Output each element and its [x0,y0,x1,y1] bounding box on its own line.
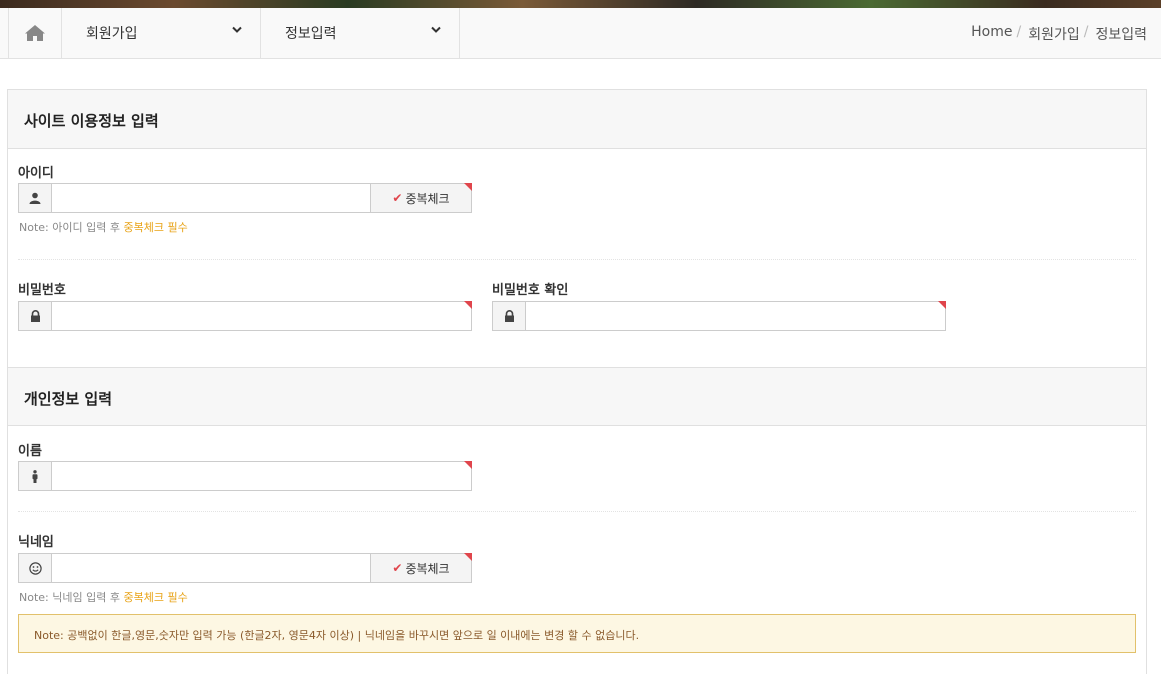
duplicate-check-label: 중복체크 [405,561,450,576]
nickname-input-group: ✔ 중복체크 [18,553,472,583]
id-label: 아이디 [18,166,54,181]
required-marker [464,183,472,191]
breadcrumb-home[interactable]: Home [971,24,1012,44]
required-marker [464,553,472,561]
alert-text: Note: 공백없이 한글,영문,숫자만 입력 가능 (한글2자, 영문4자 이… [34,627,639,643]
breadcrumb-separator: / [1083,24,1089,40]
breadcrumb-current: 정보입력 [1095,27,1147,43]
breadcrumb: Home / 회원가입 / 정보입력 [971,24,1147,44]
required-marker [938,301,946,309]
menu-dropdown-info[interactable]: 정보입력 [261,8,460,58]
id-input-group: ✔ 중복체크 [18,183,472,213]
required-marker [464,301,472,309]
menu-dropdown-label: 정보입력 [285,26,337,42]
section-header-site-info: 사이트 이용정보 입력 [8,90,1146,149]
password-input-group [18,301,472,331]
smile-icon [19,554,52,582]
note-text: 아이디 입력 후 [52,221,120,234]
home-icon [25,25,45,41]
divider [18,259,1136,260]
nickname-duplicate-check-button[interactable]: ✔ 중복체크 [370,554,471,582]
header-banner-strip [0,0,1161,8]
alert-prefix: Note: [34,629,64,642]
note-text: 닉네임 입력 후 [52,591,120,604]
check-icon: ✔ [392,191,403,205]
menu-dropdown-signup[interactable]: 회원가입 [62,8,261,58]
name-input-group [18,461,472,491]
password-confirm-label: 비밀번호 확인 [492,283,569,298]
person-icon [19,462,52,490]
note-prefix: Note: [19,221,49,234]
section-header-personal-info: 개인정보 입력 [8,367,1146,426]
home-button[interactable] [8,8,62,58]
required-marker [464,461,472,469]
nickname-warning-alert: Note: 공백없이 한글,영문,숫자만 입력 가능 (한글2자, 영문4자 이… [18,614,1136,653]
menu-dropdown-label: 회원가입 [86,26,138,42]
section-title: 사이트 이용정보 입력 [24,112,159,130]
password-input[interactable] [52,302,471,330]
duplicate-check-label: 중복체크 [405,191,450,206]
nickname-input[interactable] [52,554,370,582]
lock-icon [493,302,526,330]
nickname-label: 닉네임 [18,535,54,550]
user-icon [19,184,52,212]
name-input[interactable] [52,462,471,490]
navbar: 회원가입 정보입력 Home / 회원가입 / 정보입력 [0,8,1161,59]
password-confirm-input[interactable] [526,302,945,330]
note-highlight: 중복체크 필수 [123,591,188,604]
divider [18,511,1136,512]
section-title: 개인정보 입력 [24,390,113,408]
lock-icon [19,302,52,330]
id-duplicate-check-button[interactable]: ✔ 중복체크 [370,184,471,212]
id-note: Note: 아이디 입력 후 중복체크 필수 [19,219,188,235]
check-icon: ✔ [392,561,403,575]
breadcrumb-item[interactable]: 회원가입 [1028,24,1080,44]
signup-form-panel: 사이트 이용정보 입력 아이디 ✔ 중복체크 Note: 아이디 입력 후 중복… [7,89,1147,674]
breadcrumb-separator: / [1016,24,1022,40]
chevron-down-icon [431,26,441,33]
name-label: 이름 [18,444,42,459]
password-label: 비밀번호 [18,283,66,298]
chevron-down-icon [232,26,242,33]
nickname-note: Note: 닉네임 입력 후 중복체크 필수 [19,589,188,605]
note-prefix: Note: [19,591,49,604]
note-highlight: 중복체크 필수 [123,221,188,234]
alert-message: 공백없이 한글,영문,숫자만 입력 가능 (한글2자, 영문4자 이상) | 닉… [67,629,640,642]
id-input[interactable] [52,184,370,212]
password-confirm-input-group [492,301,946,331]
